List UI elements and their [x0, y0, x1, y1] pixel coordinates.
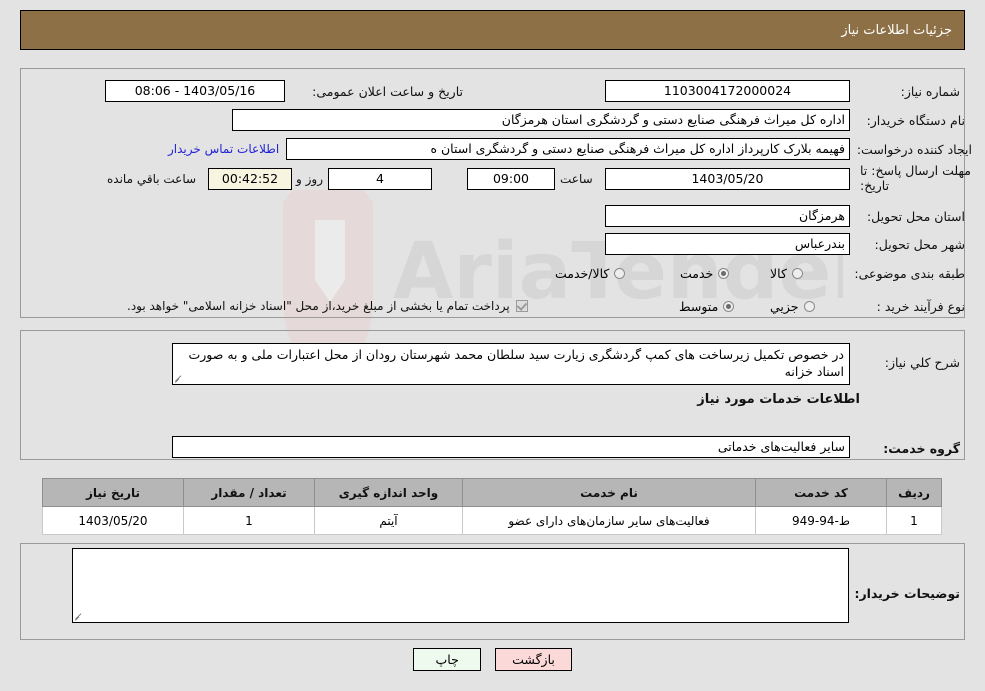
col-service-name: نام خدمت — [462, 478, 756, 507]
col-quantity: تعداد / مقدار — [183, 478, 315, 507]
general-description-label: شرح کلي نیاز: — [884, 354, 960, 370]
print-button[interactable]: چاپ — [413, 648, 482, 671]
table-row[interactable]: 1 ط-94-949 فعالیت‌های سایر سازمان‌های دا… — [42, 506, 942, 535]
radio-icon[interactable] — [723, 300, 735, 312]
delivery-province-field[interactable]: هرمزگان — [605, 205, 850, 227]
category-option-label: خدمت — [680, 265, 714, 281]
service-group-field[interactable]: سایر فعالیت‌های خدماتی — [172, 436, 850, 458]
service-group-label: گروه خدمت: — [883, 440, 960, 456]
countdown-field: 00:42:52 — [208, 168, 292, 190]
cell-unit: آیتم — [314, 506, 463, 535]
deadline-label: مهلت ارسال پاسخ: تا تاریخ: — [860, 163, 971, 193]
radio-icon[interactable] — [803, 300, 815, 312]
public-announce-label: تاریخ و ساعت اعلان عمومی: — [312, 83, 463, 99]
category-option-label: کالا/خدمت — [555, 265, 610, 281]
category-label: طبقه بندی موضوعی: — [854, 265, 965, 281]
cell-service-code: ط-94-949 — [755, 506, 887, 535]
buyer-org-label: نام دستگاه خریدار: — [866, 112, 965, 128]
general-description-text: در خصوص تکمیل زیرساخت های کمپ گردشگری زی… — [188, 347, 844, 379]
category-radio-khedmat[interactable]: خدمت — [680, 265, 730, 281]
page-title: جزئیات اطلاعات نیاز — [841, 22, 952, 38]
col-unit: واحد اندازه گیری — [314, 478, 463, 507]
back-button[interactable]: بازگشت — [495, 648, 572, 671]
treasury-checkbox[interactable] — [515, 300, 528, 312]
deadline-date-field[interactable]: 1403/05/20 — [605, 168, 850, 190]
services-table: ردیف کد خدمت نام خدمت واحد اندازه گیری ت… — [42, 478, 942, 535]
category-radio-kala-khedmat[interactable]: کالا/خدمت — [555, 265, 626, 281]
deadline-hour-field[interactable]: 09:00 — [467, 168, 555, 190]
need-number-label: شماره نیاز: — [900, 83, 960, 99]
cell-service-name: فعالیت‌های سایر سازمان‌های دارای عضو — [462, 506, 756, 535]
buyer-org-field[interactable]: اداره کل میراث فرهنگی صنایع دستی و گردشگ… — [232, 109, 850, 131]
purchase-radio-motavaset[interactable]: متوسط — [679, 298, 735, 314]
cell-need-date: 1403/05/20 — [42, 506, 184, 535]
action-button-bar: بازگشت چاپ — [0, 648, 985, 671]
cell-quantity: 1 — [183, 506, 315, 535]
buyer-notes-field[interactable] — [72, 548, 849, 623]
radio-icon[interactable] — [614, 267, 626, 279]
delivery-province-label: استان محل تحویل: — [866, 208, 965, 224]
page-root: AriaTender.net جزئیات اطلاعات نیاز شماره… — [0, 0, 985, 691]
radio-icon[interactable] — [791, 267, 803, 279]
purchase-option-label: جزیي — [770, 298, 799, 314]
col-row-no: ردیف — [886, 478, 942, 507]
col-need-date: تاریخ نیاز — [42, 478, 184, 507]
delivery-city-field[interactable]: بندرعباس — [605, 233, 850, 255]
requester-label: ایجاد کننده درخواست: — [856, 141, 972, 157]
purchase-option-label: متوسط — [679, 298, 719, 314]
window-title-bar: جزئیات اطلاعات نیاز — [20, 10, 965, 50]
buyer-contact-link[interactable]: اطلاعات تماس خریدار — [168, 142, 279, 156]
need-number-field[interactable]: 1103004172000024 — [605, 80, 850, 102]
top-info-panel — [20, 68, 965, 318]
public-announce-field[interactable]: 1403/05/16 - 08:06 — [105, 80, 285, 102]
category-radio-kala[interactable]: کالا — [770, 266, 803, 281]
buyer-notes-label: توضیحات خریدار: — [854, 585, 960, 601]
days-label: روز و — [296, 172, 323, 186]
col-service-code: کد خدمت — [755, 478, 887, 507]
purchase-radio-jozei[interactable]: جزیي — [770, 299, 815, 314]
purchase-process-label: نوع فرآیند خرید : — [876, 298, 965, 314]
cell-row-no: 1 — [886, 506, 942, 535]
table-header-row: ردیف کد خدمت نام خدمت واحد اندازه گیری ت… — [42, 478, 942, 507]
deadline-hour-label: ساعت — [560, 172, 593, 186]
delivery-city-label: شهر محل تحویل: — [874, 236, 965, 252]
radio-icon[interactable] — [718, 267, 730, 279]
remaining-days-field[interactable]: 4 — [328, 168, 432, 190]
services-section-heading: اطلاعات خدمات مورد نیاز — [697, 392, 860, 407]
requester-field[interactable]: فهیمه بلارک کارپرداز اداره کل میراث فرهن… — [286, 138, 850, 160]
resize-grip-icon[interactable] — [75, 612, 84, 621]
treasury-note: پرداخت تمام یا بخشی از مبلغ خرید،از محل … — [127, 299, 510, 313]
category-option-label: کالا — [770, 265, 787, 281]
resize-grip-icon[interactable] — [175, 374, 184, 383]
remaining-hours-label: ساعت باقي مانده — [107, 172, 197, 186]
general-description-field[interactable]: در خصوص تکمیل زیرساخت های کمپ گردشگری زی… — [172, 343, 850, 385]
